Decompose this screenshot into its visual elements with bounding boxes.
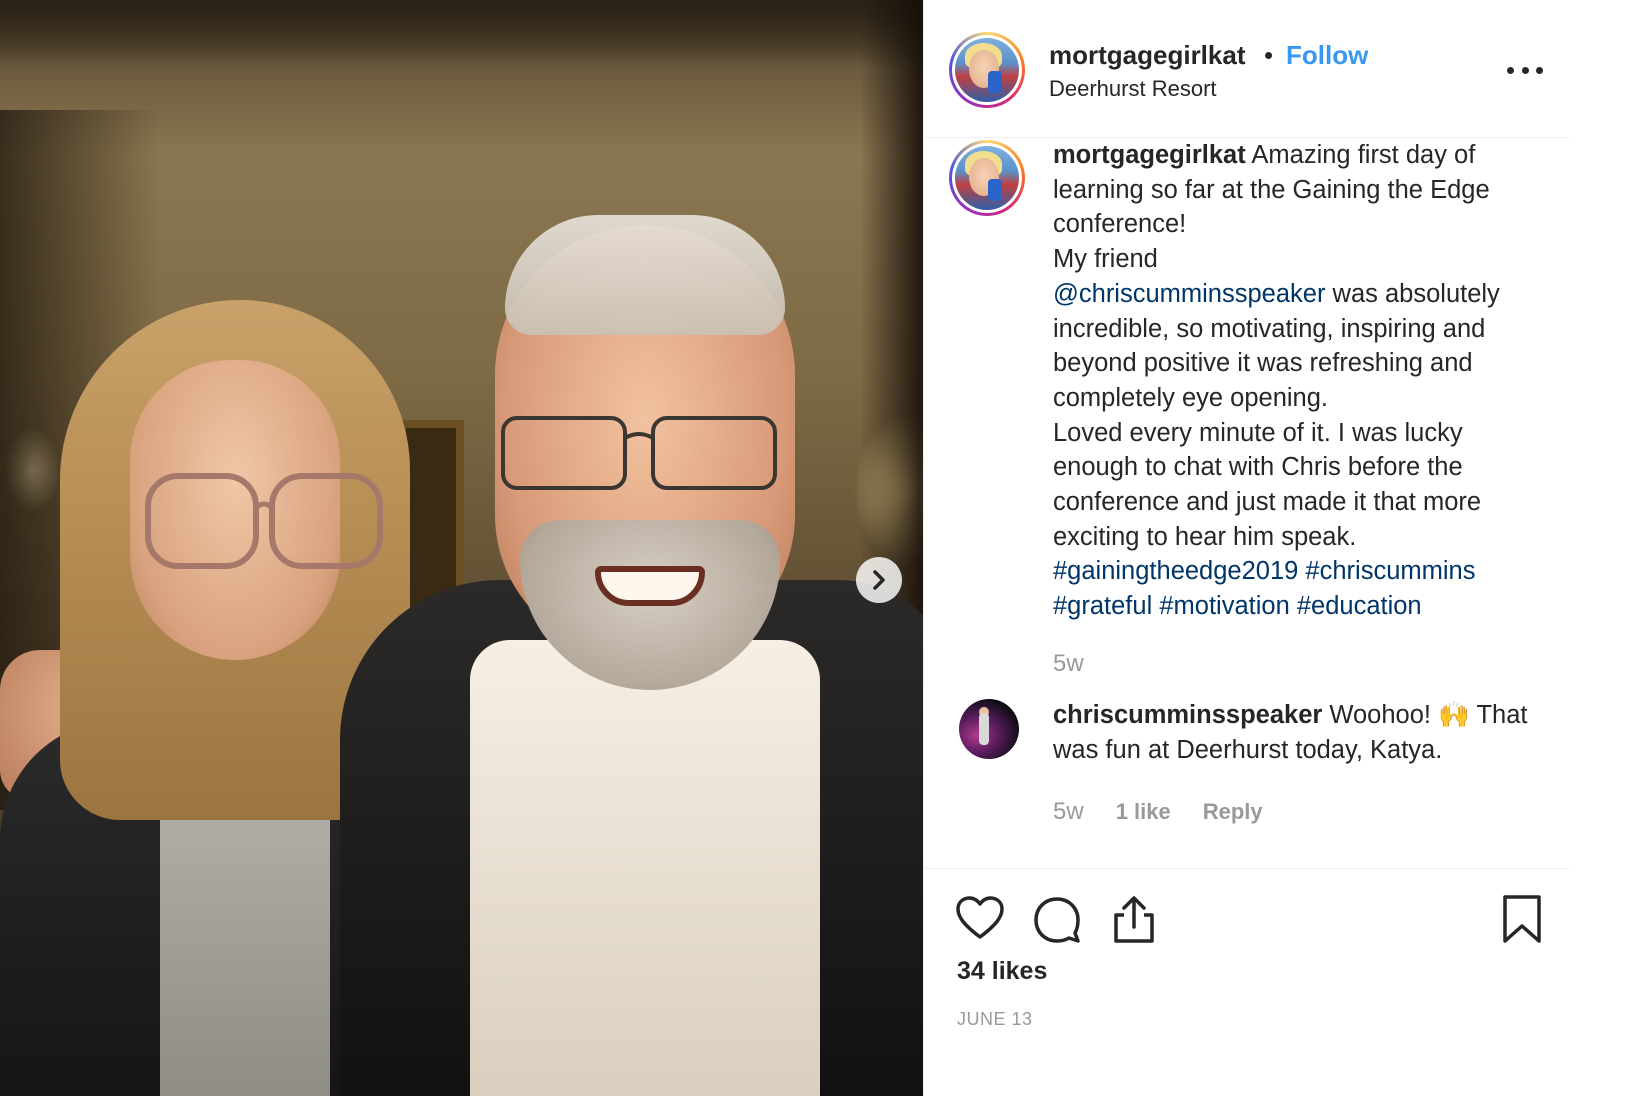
caption-text-4: Loved every minute of it. I was lucky en… xyxy=(1053,418,1482,551)
photo-man-hair xyxy=(505,215,785,335)
photo-ceiling xyxy=(0,0,958,70)
author-avatar[interactable] xyxy=(949,32,1025,108)
hashtag[interactable]: #motivation xyxy=(1159,592,1289,620)
caption-text-2: My friend xyxy=(1053,245,1158,274)
comment: chriscumminsspeaker Woohoo! 🙌 That was f… xyxy=(1053,698,1553,767)
share-icon[interactable] xyxy=(1108,893,1160,945)
separator-dot: • xyxy=(1264,40,1274,70)
caption-avatar[interactable] xyxy=(949,140,1025,216)
post-actions: 34 likes JUNE 13 xyxy=(924,868,1569,1096)
more-options-icon[interactable] xyxy=(1507,56,1543,84)
post-caption: mortgagegirlkat Amazing first day of lea… xyxy=(1053,138,1553,624)
comment-username[interactable]: chriscumminsspeaker xyxy=(1053,701,1322,729)
likes-count[interactable]: 34 likes xyxy=(957,957,1047,986)
comment-timestamp[interactable]: 5w xyxy=(1053,798,1084,826)
caption-avatar-image xyxy=(955,146,1019,210)
follow-button[interactable]: Follow xyxy=(1286,40,1368,71)
comment-meta: 5w 1 like Reply xyxy=(1053,798,1263,826)
heart-icon[interactable] xyxy=(954,893,1006,945)
hashtag[interactable]: #grateful xyxy=(1053,592,1152,620)
post-date[interactable]: JUNE 13 xyxy=(957,1009,1033,1030)
reply-button[interactable]: Reply xyxy=(1203,799,1263,825)
photo-man-smile xyxy=(595,566,705,606)
caption-username[interactable]: mortgagegirlkat xyxy=(1053,141,1246,169)
comments-section: mortgagegirlkat Amazing first day of lea… xyxy=(924,138,1569,868)
chevron-right-icon xyxy=(873,570,885,590)
bookmark-icon[interactable] xyxy=(1496,893,1548,945)
photo-woman-glasses xyxy=(145,473,383,569)
author-username[interactable]: mortgagegirlkat xyxy=(1049,40,1246,71)
post-side-panel: mortgagegirlkat • Follow Deerhurst Resor… xyxy=(923,0,1628,1096)
post-header: mortgagegirlkat • Follow Deerhurst Resor… xyxy=(924,0,1569,138)
photo-man-glasses xyxy=(501,416,777,490)
caption-timestamp[interactable]: 5w xyxy=(1053,650,1084,678)
caption-mention[interactable]: @chriscumminsspeaker xyxy=(1053,280,1325,308)
post-photo[interactable] xyxy=(0,0,958,1096)
hashtag[interactable]: #gainingtheedge2019 xyxy=(1053,557,1298,585)
post-location[interactable]: Deerhurst Resort xyxy=(1049,76,1217,102)
commenter-avatar[interactable] xyxy=(959,699,1019,759)
hashtag[interactable]: #chriscummins xyxy=(1305,557,1475,585)
carousel-next-button[interactable] xyxy=(856,557,902,603)
comment-likes[interactable]: 1 like xyxy=(1116,799,1171,825)
hashtag[interactable]: #education xyxy=(1297,592,1422,620)
photo-man-shirt xyxy=(470,640,820,1096)
author-avatar-image xyxy=(955,38,1019,102)
comment-icon[interactable] xyxy=(1031,893,1083,945)
